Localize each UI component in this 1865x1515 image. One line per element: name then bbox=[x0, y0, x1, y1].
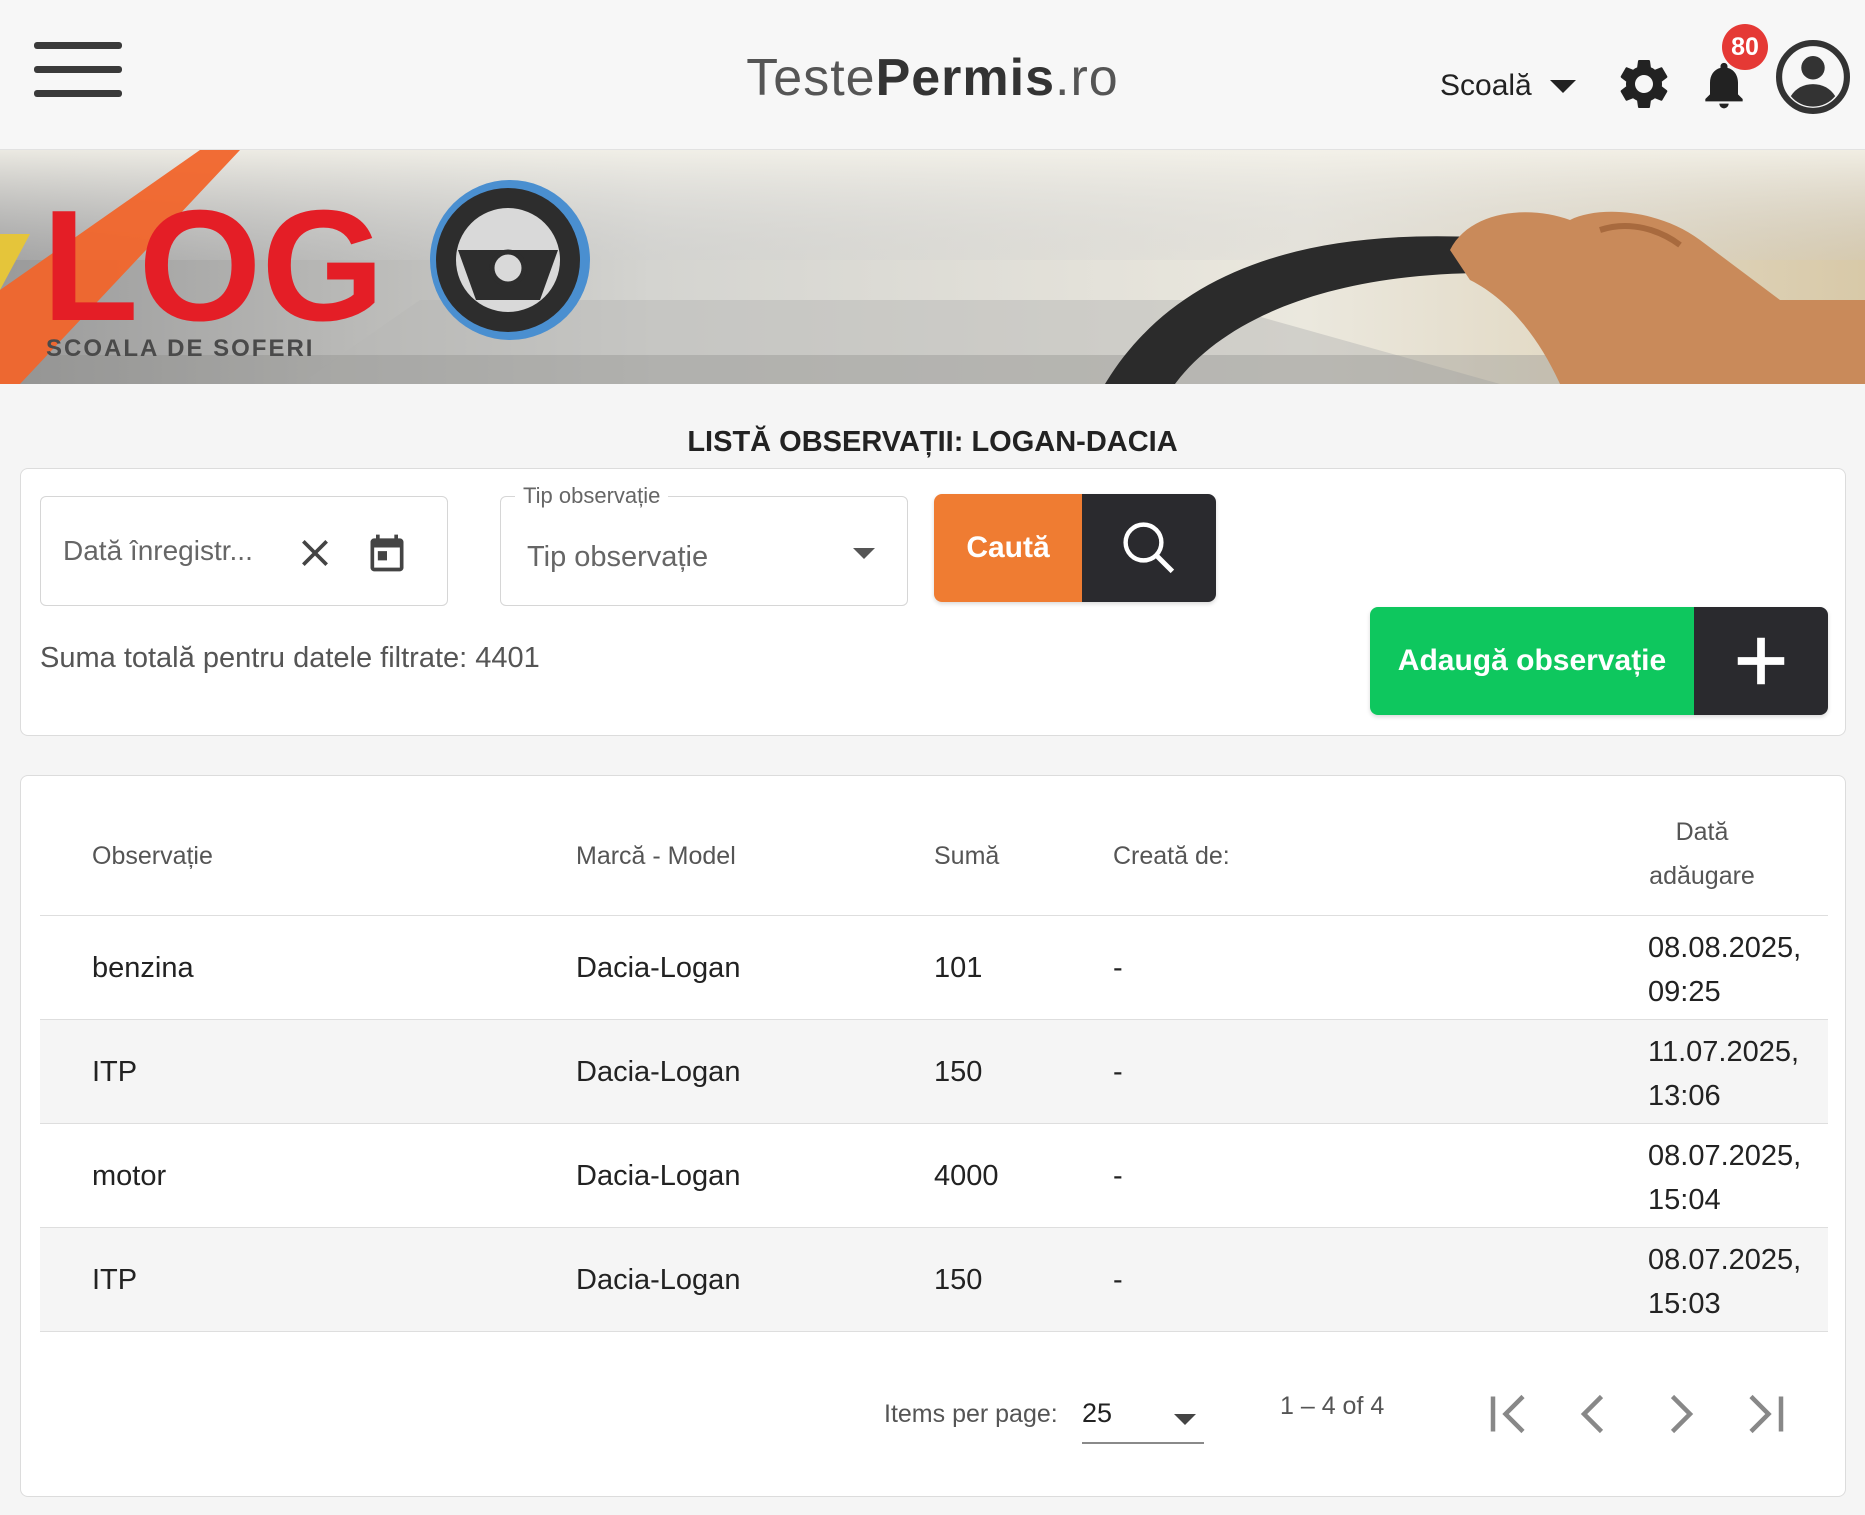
date-filter-placeholder: Dată înregistr... bbox=[63, 535, 253, 566]
account-circle-icon[interactable] bbox=[1776, 40, 1850, 114]
plus-icon bbox=[1737, 637, 1785, 685]
cell-marca-model: Dacia-Logan bbox=[576, 1056, 741, 1088]
observation-type-label: Tip observație bbox=[515, 483, 669, 509]
gear-icon[interactable] bbox=[1614, 54, 1674, 114]
cell-suma: 150 bbox=[934, 1264, 983, 1296]
items-per-page-select[interactable]: 25 bbox=[1082, 1392, 1204, 1444]
search-button-label: Caută bbox=[934, 494, 1082, 602]
search-icon bbox=[1123, 522, 1175, 574]
cell-observatie: ITP bbox=[92, 1264, 138, 1296]
cell-marca-model: Dacia-Logan bbox=[576, 1160, 741, 1192]
steering-wheel-icon bbox=[430, 180, 590, 340]
cell-time: 13:06 bbox=[1648, 1080, 1721, 1112]
cell-creata-de: - bbox=[1113, 1264, 1123, 1296]
hamburger-menu-icon[interactable] bbox=[34, 42, 122, 98]
filtered-total-value: 4401 bbox=[475, 642, 540, 674]
caret-down-icon bbox=[853, 548, 875, 559]
caret-down-icon bbox=[1549, 79, 1576, 93]
column-header-data-line2: adăugare bbox=[1649, 862, 1755, 890]
cell-creata-de: - bbox=[1113, 952, 1123, 984]
column-header-observatie[interactable]: Observație bbox=[92, 842, 213, 871]
table-row[interactable]: ITP Dacia-Logan 150 - 11.07.2025, 13:06 bbox=[40, 1020, 1828, 1124]
filtered-total-label: Suma totală pentru datele filtrate: bbox=[40, 642, 468, 674]
cell-time: 15:03 bbox=[1648, 1288, 1721, 1320]
table-header: Observație Marcă - Model Sumă Creată de:… bbox=[40, 800, 1828, 916]
banner-tagline: SCOALA DE SOFERI bbox=[46, 335, 314, 362]
filtered-total: Suma totală pentru datele filtrate: 4401 bbox=[40, 642, 540, 675]
column-header-data-adaugare[interactable]: Dată adăugare bbox=[1622, 810, 1782, 898]
cell-data-adaugare: 11.07.2025, 13:06 bbox=[1648, 1030, 1799, 1118]
brand-part-1: Teste bbox=[746, 49, 876, 107]
column-header-marca-model[interactable]: Marcă - Model bbox=[576, 842, 736, 871]
close-icon[interactable] bbox=[295, 533, 335, 573]
plus-icon-box bbox=[1694, 607, 1828, 715]
cell-date: 08.08.2025, bbox=[1648, 932, 1802, 964]
chevron-right-icon[interactable] bbox=[1650, 1384, 1710, 1444]
role-label: Scoală bbox=[1440, 69, 1532, 102]
cell-marca-model: Dacia-Logan bbox=[576, 1264, 741, 1296]
cell-time: 09:25 bbox=[1648, 976, 1721, 1008]
brand-part-3: .ro bbox=[1055, 49, 1119, 107]
notification-badge: 80 bbox=[1722, 24, 1768, 70]
cell-date: 08.07.2025, bbox=[1648, 1140, 1802, 1172]
brand-title: TestePermis.ro bbox=[0, 48, 1865, 108]
cell-data-adaugare: 08.07.2025, 15:04 bbox=[1648, 1134, 1801, 1222]
cell-date: 08.07.2025, bbox=[1648, 1244, 1802, 1276]
cell-suma: 101 bbox=[934, 952, 983, 984]
cell-creata-de: - bbox=[1113, 1160, 1123, 1192]
cell-suma: 4000 bbox=[934, 1160, 999, 1192]
observation-type-placeholder: Tip observație bbox=[527, 541, 709, 573]
cell-suma: 150 bbox=[934, 1056, 983, 1088]
cell-observatie: ITP bbox=[92, 1056, 138, 1088]
calendar-icon[interactable] bbox=[365, 531, 409, 575]
chevron-left-icon[interactable] bbox=[1564, 1384, 1624, 1444]
first-page-icon[interactable] bbox=[1478, 1384, 1538, 1444]
add-observation-label: Adaugă observație bbox=[1370, 607, 1694, 715]
cell-creata-de: - bbox=[1113, 1056, 1123, 1088]
cell-observatie: benzina bbox=[92, 952, 194, 984]
date-filter-field[interactable]: Dată înregistr... bbox=[40, 496, 448, 606]
banner-image: LOG SCOALA DE SOFERI bbox=[0, 150, 1865, 384]
school-banner: LOG SCOALA DE SOFERI bbox=[0, 150, 1865, 384]
role-select[interactable]: Scoală bbox=[1440, 64, 1576, 108]
column-header-data-line1: Dată bbox=[1675, 818, 1729, 846]
column-header-suma[interactable]: Sumă bbox=[934, 842, 999, 871]
caret-down-icon bbox=[1174, 1414, 1196, 1425]
brand-part-2: Permis bbox=[875, 49, 1056, 107]
cell-data-adaugare: 08.07.2025, 15:03 bbox=[1648, 1238, 1801, 1326]
observation-type-select[interactable]: Tip observație Tip observație bbox=[500, 483, 908, 606]
table-row[interactable]: motor Dacia-Logan 4000 - 08.07.2025, 15:… bbox=[40, 1124, 1828, 1228]
items-per-page-value: 25 bbox=[1082, 1398, 1113, 1428]
items-per-page-label: Items per page: bbox=[884, 1400, 1058, 1428]
top-bar: TestePermis.ro Scoală 80 bbox=[0, 0, 1865, 150]
page-title: LISTĂ OBSERVAȚII: LOGAN-DACIA bbox=[687, 426, 1178, 458]
banner-logo-text: LOG bbox=[42, 178, 384, 354]
cell-observatie: motor bbox=[92, 1160, 167, 1192]
search-button[interactable]: Caută bbox=[934, 494, 1216, 602]
cell-marca-model: Dacia-Logan bbox=[576, 952, 741, 984]
cell-data-adaugare: 08.08.2025, 09:25 bbox=[1648, 926, 1801, 1014]
add-observation-button[interactable]: Adaugă observație bbox=[1370, 607, 1828, 715]
page-range-label: 1 – 4 of 4 bbox=[1280, 1392, 1385, 1420]
cell-date: 11.07.2025, bbox=[1648, 1036, 1800, 1068]
table-row[interactable]: ITP Dacia-Logan 150 - 08.07.2025, 15:03 bbox=[40, 1228, 1828, 1332]
last-page-icon[interactable] bbox=[1736, 1384, 1796, 1444]
cell-time: 15:04 bbox=[1648, 1184, 1721, 1216]
table-row[interactable]: benzina Dacia-Logan 101 - 08.08.2025, 09… bbox=[40, 916, 1828, 1020]
column-header-creata-de[interactable]: Creată de: bbox=[1113, 842, 1230, 871]
search-icon-box bbox=[1082, 494, 1216, 602]
paginator: Items per page: 25 1 – 4 of 4 bbox=[0, 1384, 1865, 1444]
app-root: TestePermis.ro Scoală 80 LOG SCOALA DE S… bbox=[0, 0, 1865, 1515]
